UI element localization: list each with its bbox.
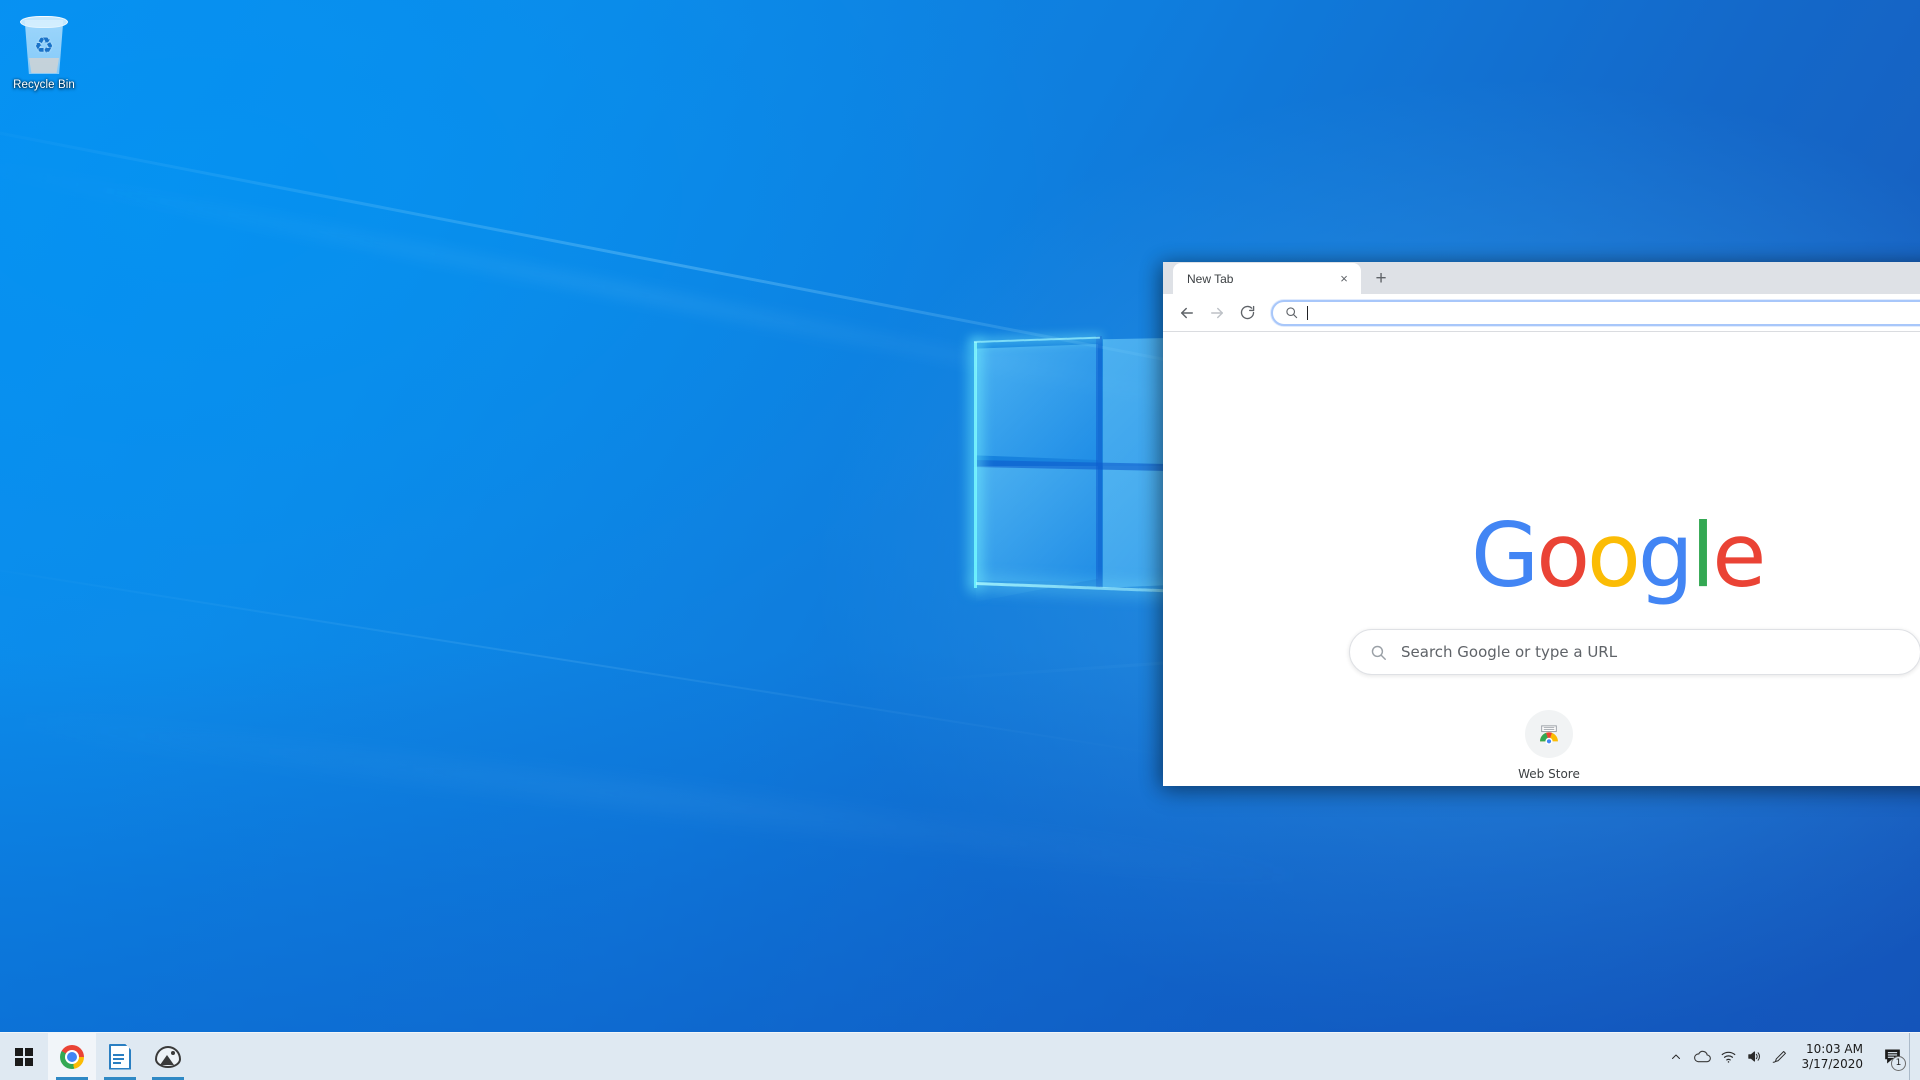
speaker-icon[interactable] (1741, 1033, 1767, 1080)
address-bar[interactable] (1271, 299, 1920, 326)
wallpaper-light-streak (0, 150, 1316, 433)
recycle-bin-shadow (29, 58, 59, 73)
shortcut-tiles[interactable]: Web Store (1493, 710, 1605, 781)
desktop[interactable]: ♻ Recycle Bin New Tab × + Google Search … (0, 0, 1920, 1080)
logo-letter: G (1471, 504, 1539, 607)
new-tab-search-box[interactable]: Search Google or type a URL (1349, 629, 1920, 675)
search-placeholder: Search Google or type a URL (1401, 643, 1618, 661)
wallpaper-light-streak (0, 700, 1352, 897)
logo-pane (976, 344, 1098, 460)
recycle-bin-icon: ♻ (17, 14, 71, 76)
chrome-web-store-icon (1525, 710, 1573, 758)
taskbar-item-writer[interactable] (96, 1033, 144, 1080)
notification-center-button[interactable]: 1 (1875, 1033, 1909, 1080)
clock-date: 3/17/2020 (1801, 1056, 1863, 1071)
taskbar-clock[interactable]: 10:03 AM 3/17/2020 (1793, 1042, 1875, 1072)
search-icon (1285, 306, 1298, 319)
start-button[interactable] (0, 1033, 48, 1080)
logo-letter: l (1690, 504, 1716, 607)
writer-document-icon (109, 1043, 131, 1070)
tab-strip[interactable]: New Tab × + (1163, 262, 1920, 294)
logo-glow-edge-left (974, 342, 977, 588)
wifi-icon[interactable] (1715, 1033, 1741, 1080)
forward-arrow-icon[interactable] (1203, 299, 1231, 327)
shortcut-web-store[interactable]: Web Store (1493, 710, 1605, 781)
logo-pane (976, 466, 1098, 581)
text-cursor (1307, 305, 1308, 320)
search-icon (1370, 644, 1387, 661)
plus-icon[interactable]: + (1367, 264, 1395, 292)
tab-new-tab[interactable]: New Tab × (1173, 263, 1361, 294)
google-logo: Google (1471, 512, 1766, 600)
logo-glow-edge-top (973, 336, 1100, 343)
cloud-icon[interactable] (1689, 1033, 1715, 1080)
taskbar-item-photos[interactable] (144, 1033, 192, 1080)
chevron-up-icon[interactable] (1663, 1033, 1689, 1080)
taskbar[interactable]: 10:03 AM 3/17/2020 1 (0, 1032, 1920, 1080)
recycle-symbol-icon: ♻ (34, 33, 54, 58)
taskbar-item-chrome[interactable] (48, 1033, 96, 1080)
chrome-browser-window[interactable]: New Tab × + Google Search Google or type… (1163, 262, 1920, 786)
logo-letter: o (1587, 504, 1641, 607)
new-tab-page[interactable]: Google Search Google or type a URL Web S… (1163, 332, 1920, 786)
system-tray[interactable]: 10:03 AM 3/17/2020 1 (1663, 1032, 1920, 1080)
logo-letter: e (1712, 504, 1766, 607)
desktop-icon-label: Recycle Bin (13, 79, 75, 91)
show-desktop-button[interactable] (1909, 1032, 1916, 1080)
tab-title: New Tab (1187, 271, 1234, 286)
pen-icon[interactable] (1767, 1033, 1793, 1080)
close-icon[interactable]: × (1335, 270, 1353, 288)
browser-toolbar[interactable] (1163, 294, 1920, 332)
shortcut-label: Web Store (1518, 767, 1580, 781)
logo-divider-vertical (1096, 336, 1102, 588)
logo-letter: o (1536, 504, 1590, 607)
photos-icon (155, 1045, 181, 1068)
wallpaper-light-streak (0, 560, 1175, 758)
back-arrow-icon[interactable] (1173, 299, 1201, 327)
logo-letter: g (1637, 504, 1694, 607)
reload-icon[interactable] (1233, 299, 1261, 327)
chrome-icon (60, 1044, 84, 1069)
notification-count-badge: 1 (1891, 1055, 1906, 1071)
clock-time: 10:03 AM (1806, 1041, 1863, 1056)
desktop-icon-recycle-bin[interactable]: ♻ Recycle Bin (8, 14, 80, 106)
windows-start-icon (15, 1047, 33, 1066)
